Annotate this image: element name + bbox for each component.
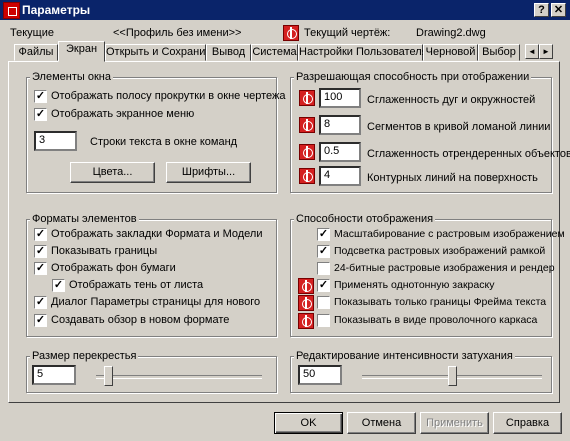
tab-display[interactable]: Экран [58,41,105,62]
paper-shadow-checkbox[interactable]: ✓ [52,279,65,292]
help-button[interactable]: ? [534,3,549,17]
highlight-raster-checkbox[interactable]: ✓ [317,245,330,258]
solid-fill-icon [298,278,314,294]
rendered-smoothness-icon [299,144,315,160]
tab-system[interactable]: Система [251,44,298,61]
layout-model-tabs-label: Отображать закладки Формата и Модели [51,228,263,240]
fade-slider-thumb[interactable] [447,366,457,386]
fonts-button[interactable]: Шрифты... [166,162,251,183]
text-frame-icon [298,295,314,311]
tab-selection[interactable]: Выбор [478,44,520,61]
printable-area-label: Показывать границы [51,245,158,257]
current-drawing-label: Текущий чертёж: [304,27,391,39]
tab-plot[interactable]: Вывод [206,44,251,61]
drawing-setting-icon [283,25,299,41]
paper-background-label: Отображать фон бумаги [51,262,176,274]
pan-zoom-raster-checkbox[interactable]: ✓ [317,228,330,241]
ok-button[interactable]: OK [274,412,343,434]
current-profile-label: Текущие [10,27,54,39]
crosshair-slider-thumb[interactable] [103,366,113,386]
fade-control-label: Редактирование интенсивности затухания [294,350,515,362]
create-viewport-checkbox[interactable]: ✓ [34,314,47,327]
rendered-smoothness-label: Сглаженность отрендеренных объектов [367,148,570,160]
tab-scroll-right-icon[interactable]: ► [539,44,553,59]
window-elements-label: Элементы окна [30,71,113,83]
command-lines-input[interactable]: 3 [34,131,77,151]
pan-zoom-raster-label: Масштабирование с растровым изображением [334,228,565,240]
close-button[interactable]: ✕ [551,3,566,17]
page-setup-dialog-label: Диалог Параметры страницы для нового [51,296,261,308]
layout-model-tabs-checkbox[interactable]: ✓ [34,228,47,241]
screen-menu-checkbox[interactable]: ✓ [34,108,47,121]
scrollbars-checkbox[interactable]: ✓ [34,90,47,103]
contour-lines-label: Контурных линий на поверхность [367,172,538,184]
polyline-segments-icon [299,117,315,133]
crosshair-size-input[interactable]: 5 [32,365,76,385]
drawing-name: Drawing2.dwg [416,27,486,39]
window-title: Параметры [22,3,91,17]
tab-user-preferences[interactable]: Настройки Пользователя [298,44,428,61]
display-resolution-label: Разрешающая способность при отображении [294,71,532,83]
profile-name: <<Профиль без имени>> [113,27,242,39]
apply-button[interactable]: Применить [420,412,489,434]
arc-smoothness-input[interactable]: 100 [319,88,361,108]
colors-button[interactable]: Цвета... [70,162,155,183]
layout-elements-label: Форматы элементов [30,213,139,225]
rendered-smoothness-input[interactable]: 0.5 [319,142,361,162]
arc-smoothness-label: Сглаженность дуг и окружностей [367,94,536,106]
crosshair-size-label: Размер перекрестья [30,350,139,362]
page-setup-dialog-checkbox[interactable]: ✓ [34,296,47,309]
title-bar: Параметры ? ✕ [0,0,570,20]
highlight-raster-label: Подсветка растровых изображений рамкой [334,245,546,257]
app-icon [3,2,20,19]
solid-fill-checkbox[interactable]: ✓ [317,279,330,292]
true-color-raster-label: 24-битные растровые изображения и рендер [334,262,555,274]
polyline-segments-label: Сегментов в кривой ломаной линии [367,121,551,133]
true-color-raster-checkbox[interactable] [317,262,330,275]
polyline-segments-input[interactable]: 8 [319,115,361,135]
text-frame-checkbox[interactable] [317,296,330,309]
paper-shadow-label: Отображать тень от листа [69,279,204,291]
cancel-button[interactable]: Отмена [347,412,416,434]
arc-smoothness-icon [299,90,315,106]
printable-area-checkbox[interactable]: ✓ [34,245,47,258]
create-viewport-label: Создавать обзор в новом формате [51,314,230,326]
text-frame-label: Показывать только границы Фрейма текста [334,296,547,308]
scrollbars-label: Отображать полосу прокрутки в окне черте… [51,90,286,102]
tab-files[interactable]: Файлы [14,44,58,61]
wireframe-label: Показывать в виде проволочного каркаса [334,314,538,326]
crosshair-slider-track[interactable] [96,375,262,379]
display-performance-label: Способности отображения [294,213,436,225]
solid-fill-label: Применять однотонную закраску [334,279,495,291]
help-dialog-button[interactable]: Справка [493,412,562,434]
tab-scroll-left-icon[interactable]: ◄ [525,44,539,59]
contour-lines-input[interactable]: 4 [319,166,361,186]
wireframe-checkbox[interactable] [317,314,330,327]
tab-drafting[interactable]: Черновой [423,44,478,61]
screen-menu-label: Отображать экранное меню [51,108,195,120]
command-lines-label: Строки текста в окне команд [90,136,238,148]
paper-background-checkbox[interactable]: ✓ [34,262,47,275]
tab-open-save[interactable]: Открыть и Сохранить [105,44,216,61]
contour-lines-icon [299,168,315,184]
wireframe-icon [298,313,314,329]
fade-intensity-input[interactable]: 50 [298,365,342,385]
